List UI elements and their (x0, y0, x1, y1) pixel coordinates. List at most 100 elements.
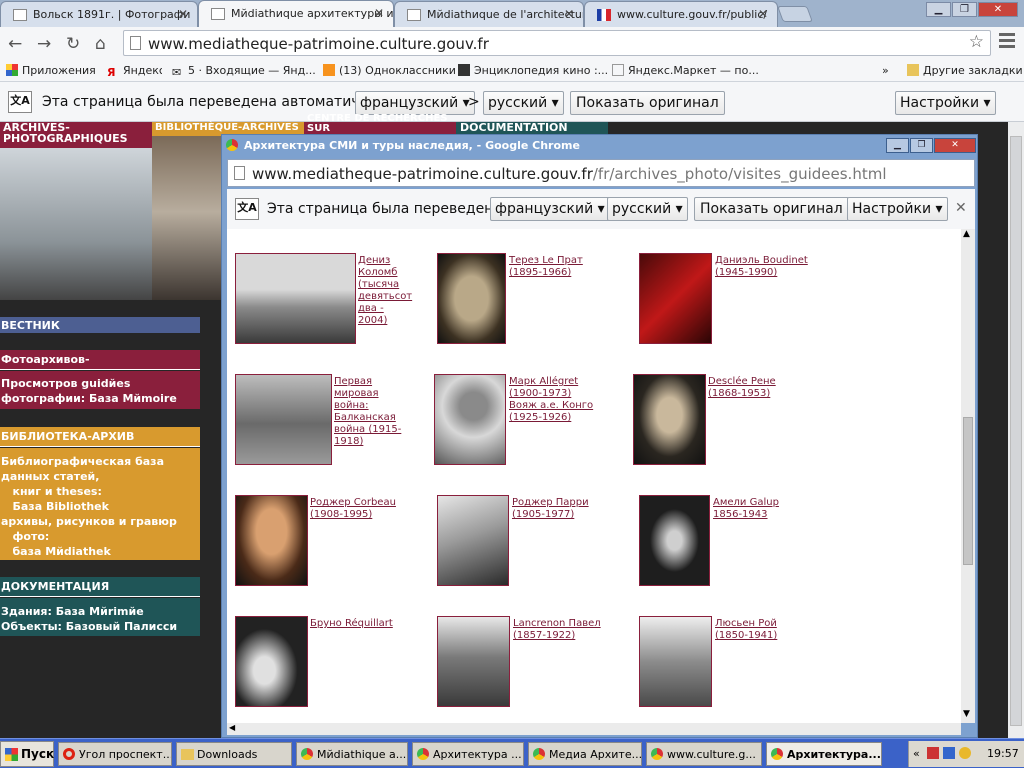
photo-thumbnail[interactable] (639, 495, 710, 586)
address-bar[interactable]: www.mediatheque-patrimoine.culture.gouv.… (123, 30, 991, 56)
page-scroll-thumb[interactable] (1010, 136, 1022, 726)
close-translate-icon[interactable]: ✕ (955, 200, 967, 216)
home-icon[interactable]: ⌂ (95, 34, 106, 54)
photo-thumbnail[interactable] (235, 616, 308, 707)
close-tab-icon[interactable]: ✕ (564, 7, 574, 21)
banner-research[interactable]: CENTRE DE RECHERCHES SUR LES MONUMENTS H… (304, 114, 456, 154)
bookmarks-overflow-button[interactable]: » (882, 64, 889, 77)
popup-translate-settings-button[interactable]: Настройки ▾ (847, 197, 948, 221)
sidebar-vestnik[interactable]: ВЕСТНИК (0, 317, 200, 333)
popup-scrollbar[interactable]: ▲ ▼ (961, 229, 975, 723)
photographer-link[interactable]: Desclée Рене (1868-1953) (708, 376, 776, 400)
clock[interactable]: 19:57 (987, 747, 1019, 760)
tab-title: www.culture.gouv.fr/public/ (617, 8, 768, 21)
popup-address-bar[interactable]: www.mediatheque-patrimoine.culture.gouv.… (227, 159, 975, 187)
task-opera[interactable]: Угол проспект... (58, 742, 172, 766)
photographer-link[interactable]: Люсьен Рой (1850-1941) (715, 618, 777, 642)
photographer-link[interactable]: Бруно Réquillart (310, 618, 393, 630)
task-chrome-active[interactable]: Архитектура... (766, 742, 882, 766)
banner-documentation[interactable]: DOCUMENTATION (456, 122, 608, 134)
photo-thumbnail[interactable] (235, 495, 308, 586)
photo-thumbnail[interactable] (437, 495, 509, 586)
bookmark-star-icon[interactable]: ☆ (969, 32, 984, 52)
close-window-button[interactable]: ✕ (978, 2, 1018, 17)
photo-thumbnail[interactable] (437, 616, 510, 707)
select-value: русский (488, 95, 548, 111)
tray-app-icon[interactable] (943, 747, 955, 759)
banner-photo-archives[interactable]: ARCHIVES- PHOTOGRAPHIQUES (0, 122, 152, 300)
reload-icon[interactable]: ↻ (66, 34, 80, 54)
minimize-button[interactable]: ▁ (926, 2, 951, 17)
sidebar-doc-heading[interactable]: ДОКУМЕНТАЦИЯ (0, 577, 200, 597)
photo-thumbnail[interactable] (437, 253, 506, 344)
photo-thumbnail[interactable] (235, 253, 356, 344)
photo-thumbnail[interactable] (639, 253, 712, 344)
new-tab-button[interactable] (777, 6, 813, 22)
photographer-link[interactable]: Терез Le Прат (1895-1966) (509, 255, 583, 279)
show-original-button[interactable]: Показать оригинал (570, 91, 725, 115)
tray-security-icon[interactable] (959, 747, 971, 759)
popup-source-language-select[interactable]: французский ▾ (490, 197, 610, 221)
sidebar-doc-links[interactable]: Здания: База Mйrimйe Объекты: Базовый Па… (0, 598, 200, 636)
bookmark-other[interactable]: Другие закладки (907, 64, 1023, 77)
page-scrollbar[interactable] (1008, 122, 1024, 738)
close-tab-icon[interactable]: ✕ (178, 7, 188, 21)
tab-mediatheque-ru[interactable]: Mйdiathиque архитектуры и ✕ (198, 0, 394, 28)
tray-network-icon[interactable] (927, 747, 939, 759)
bookmark-yandex[interactable]: Я Яндекс (107, 64, 162, 78)
photographer-link[interactable]: Роджер Парри (1905-1977) (512, 497, 589, 521)
close-tab-icon[interactable]: ✕ (758, 7, 768, 21)
popup-maximize-button[interactable]: ❐ (910, 138, 933, 153)
sidebar-library-heading[interactable]: БИБЛИОТЕКА-АРХИВ (0, 427, 200, 447)
bookmark-odnoklassniki[interactable]: (13) Одноклассники (323, 64, 456, 77)
photographer-link[interactable]: Первая мировая война: Балканская война (… (334, 376, 401, 448)
photo-grid: Дениз Коломб (тысяча девятьсот два - 200… (227, 229, 961, 723)
forward-arrow-icon[interactable]: → (37, 34, 51, 54)
popup-scroll-thumb[interactable] (963, 417, 973, 565)
bookmark-kino[interactable]: Энциклопедия кино :... (458, 64, 608, 77)
maximize-button[interactable]: ❐ (952, 2, 977, 17)
task-chrome-3[interactable]: Медиа Архите... (528, 742, 642, 766)
chrome-menu-icon[interactable] (999, 33, 1015, 51)
photographer-link[interactable]: Амели Galup 1856-1943 (713, 497, 779, 521)
popup-horizontal-scrollbar[interactable]: ◀ (227, 723, 961, 735)
close-tab-icon[interactable]: ✕ (374, 6, 384, 20)
sidebar-photo-links[interactable]: Просмотров guidйes фотографии: База Mйmo… (0, 371, 200, 409)
photo-thumbnail[interactable] (434, 374, 506, 465)
bookmark-mail[interactable]: ✉ 5 · Входящие — Янд... (172, 64, 316, 79)
url-path: /fr/archives_photo/visites_guidees.html (592, 165, 887, 183)
photo-thumbnail[interactable] (235, 374, 332, 465)
popup-target-language-select[interactable]: русский ▾ (607, 197, 688, 221)
photographer-link[interactable]: Роджер Corbeau (1908-1995) (310, 497, 396, 521)
task-chrome-2[interactable]: Архитектура ... (412, 742, 524, 766)
photographer-link[interactable]: Lancrenon Павел (1857-1922) (513, 618, 601, 642)
task-chrome-4[interactable]: www.culture.g... (646, 742, 762, 766)
tab-mediatheque-fr[interactable]: Mйdiathиque de l'architecture ✕ (394, 1, 584, 27)
tab-culture-gouv[interactable]: www.culture.gouv.fr/public/ ✕ (584, 1, 778, 27)
bookmark-market[interactable]: Яндекс.Маркет — по... (612, 64, 759, 77)
source-language-select[interactable]: французский ▾ (355, 91, 475, 115)
sidebar-library-links[interactable]: Библиографическая база данных статей, кн… (0, 448, 200, 560)
tray-expand-icon[interactable]: « (913, 747, 920, 760)
photo-thumbnail[interactable] (633, 374, 706, 465)
scroll-down-arrow-icon[interactable]: ▼ (963, 709, 970, 719)
sidebar-photo-heading[interactable]: Фотоархивов- (0, 350, 200, 370)
translate-icon: 文A (235, 198, 259, 220)
photographer-link[interactable]: Дениз Коломб (тысяча девятьсот два - 200… (358, 255, 412, 327)
translate-settings-button[interactable]: Настройки ▾ (895, 91, 996, 115)
scroll-left-arrow-icon[interactable]: ◀ (229, 723, 235, 732)
popup-minimize-button[interactable]: ▁ (886, 138, 909, 153)
photographer-link[interactable]: Марк Allégret (1900-1973) Вояж а.е. Конг… (509, 376, 593, 424)
tab-volsk[interactable]: Вольск 1891г. | Фотографи ✕ (0, 1, 198, 27)
photographer-link[interactable]: Даниэль Boudinet (1945-1990) (715, 255, 808, 279)
target-language-select[interactable]: русский ▾ (483, 91, 564, 115)
task-downloads[interactable]: Downloads (176, 742, 292, 766)
start-button[interactable]: Пуск (0, 741, 54, 767)
scroll-up-arrow-icon[interactable]: ▲ (963, 229, 970, 239)
task-chrome-1[interactable]: Mйdiathique a... (296, 742, 408, 766)
popup-show-original-button[interactable]: Показать оригинал (694, 197, 849, 221)
back-arrow-icon[interactable]: ← (8, 34, 22, 54)
photo-thumbnail[interactable] (639, 616, 712, 707)
popup-close-button[interactable]: ✕ (934, 138, 976, 153)
bookmark-apps[interactable]: Приложения (6, 64, 96, 77)
